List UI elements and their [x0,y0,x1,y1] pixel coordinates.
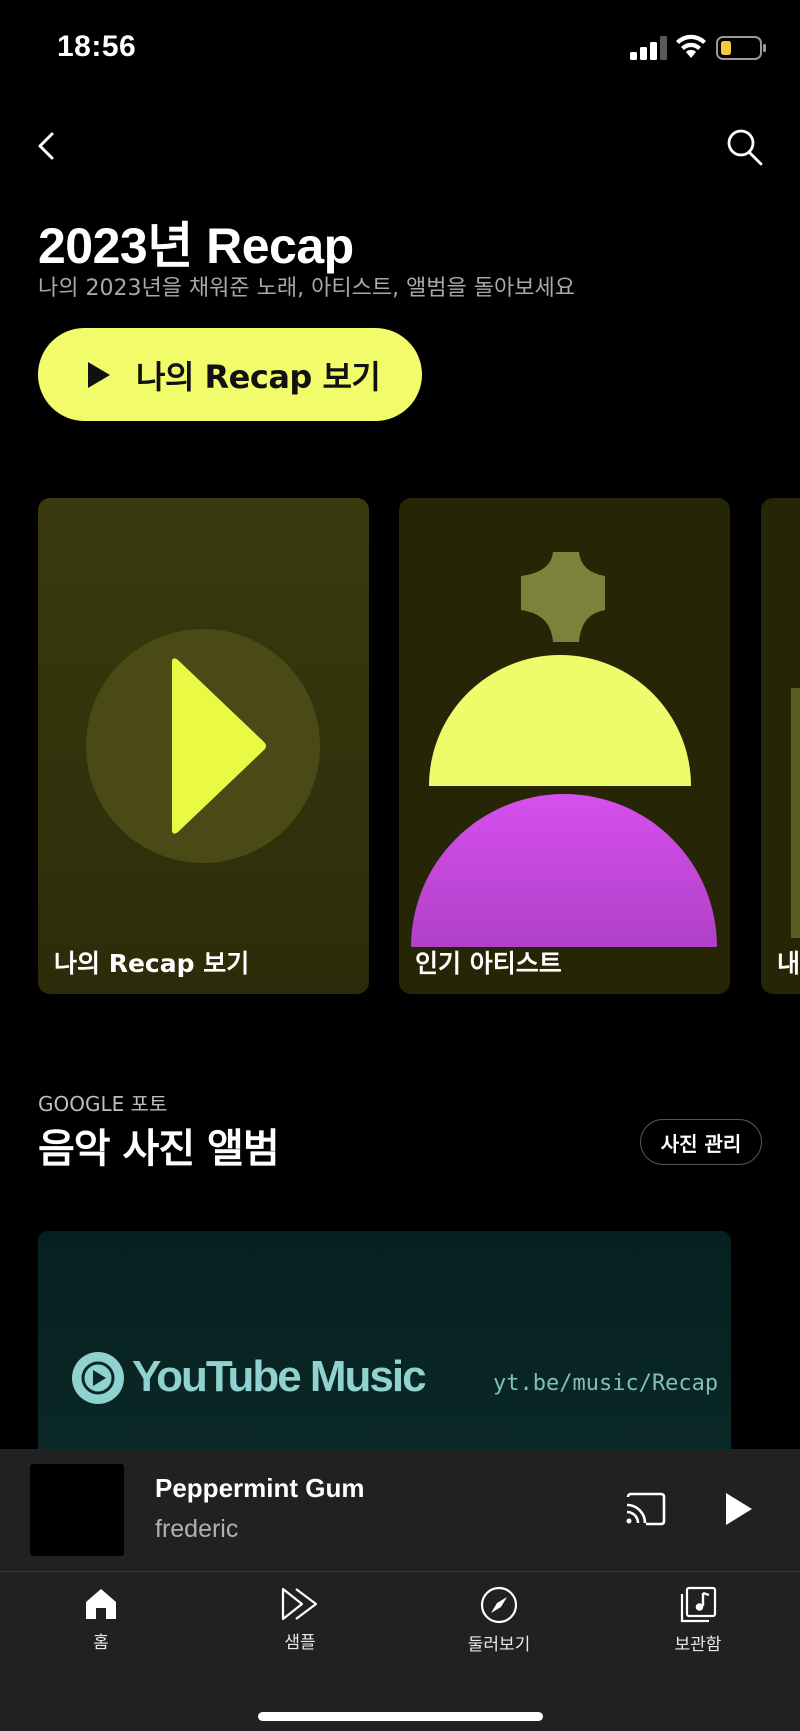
home-icon [86,1589,116,1619]
battery-icon [716,36,766,60]
track-artist: frederic [155,1515,239,1543]
youtube-music-wordmark: YouTube Music [132,1352,427,1401]
play-icon[interactable] [724,1491,754,1527]
artist-shapes-art [411,552,717,947]
nav-item-explore[interactable]: 둘러보기 [439,1586,559,1666]
back-icon[interactable] [30,126,66,166]
library-icon [680,1586,717,1623]
page-title: 2023년 Recap [38,218,354,274]
home-indicator [258,1712,543,1721]
nav-label-library: 보관함 [674,1635,722,1655]
cellular-signal-icon [630,36,667,60]
section-eyebrow: GOOGLE 포토 [38,1092,168,1116]
partial-art [791,688,800,938]
view-recap-button[interactable]: 나의 Recap 보기 [38,328,422,421]
play-icon [88,361,110,388]
card-label: 인기 아티스트 [415,949,562,978]
nav-item-home[interactable]: 홈 [41,1586,161,1666]
nav-item-library[interactable]: 보관함 [638,1586,758,1666]
nav-label-home: 홈 [93,1633,109,1653]
card-partial[interactable]: 내 [761,498,800,994]
card-label: 나의 Recap 보기 [54,949,250,978]
search-icon[interactable] [724,126,764,168]
cast-icon[interactable] [624,1491,666,1527]
play-circle-art [86,629,320,863]
photo-album-banner[interactable]: YouTube Music yt.be/music/Recap [38,1231,731,1451]
page-subtitle: 나의 2023년을 채워준 노래, 아티스트, 앨범을 돌아보세요 [38,276,575,301]
album-art [30,1464,124,1556]
section-title: 음악 사진 앨범 [38,1126,280,1172]
status-bar: 18:56 [0,0,800,96]
nav-label-samples: 샘플 [284,1633,316,1653]
track-title: Peppermint Gum [155,1473,365,1503]
manage-photos-button[interactable]: 사진 관리 [640,1119,762,1165]
youtube-music-logo-icon [72,1352,124,1404]
explore-icon [480,1586,518,1624]
mini-player[interactable]: Peppermint Gum frederic [0,1449,800,1571]
card-top-artists[interactable]: 인기 아티스트 [399,498,730,994]
wifi-icon [676,34,706,58]
card-label: 내 [777,949,800,978]
card-my-recap[interactable]: 나의 Recap 보기 [38,498,369,994]
status-time: 18:56 [57,30,137,63]
view-recap-label: 나의 Recap 보기 [136,357,381,396]
banner-url: yt.be/music/Recap [493,1371,719,1396]
nav-item-samples[interactable]: 샘플 [240,1586,360,1666]
samples-icon [281,1587,318,1621]
bottom-nav: 홈 샘플 둘러보기 보관함 [0,1571,800,1731]
nav-label-explore: 둘러보기 [467,1635,531,1655]
